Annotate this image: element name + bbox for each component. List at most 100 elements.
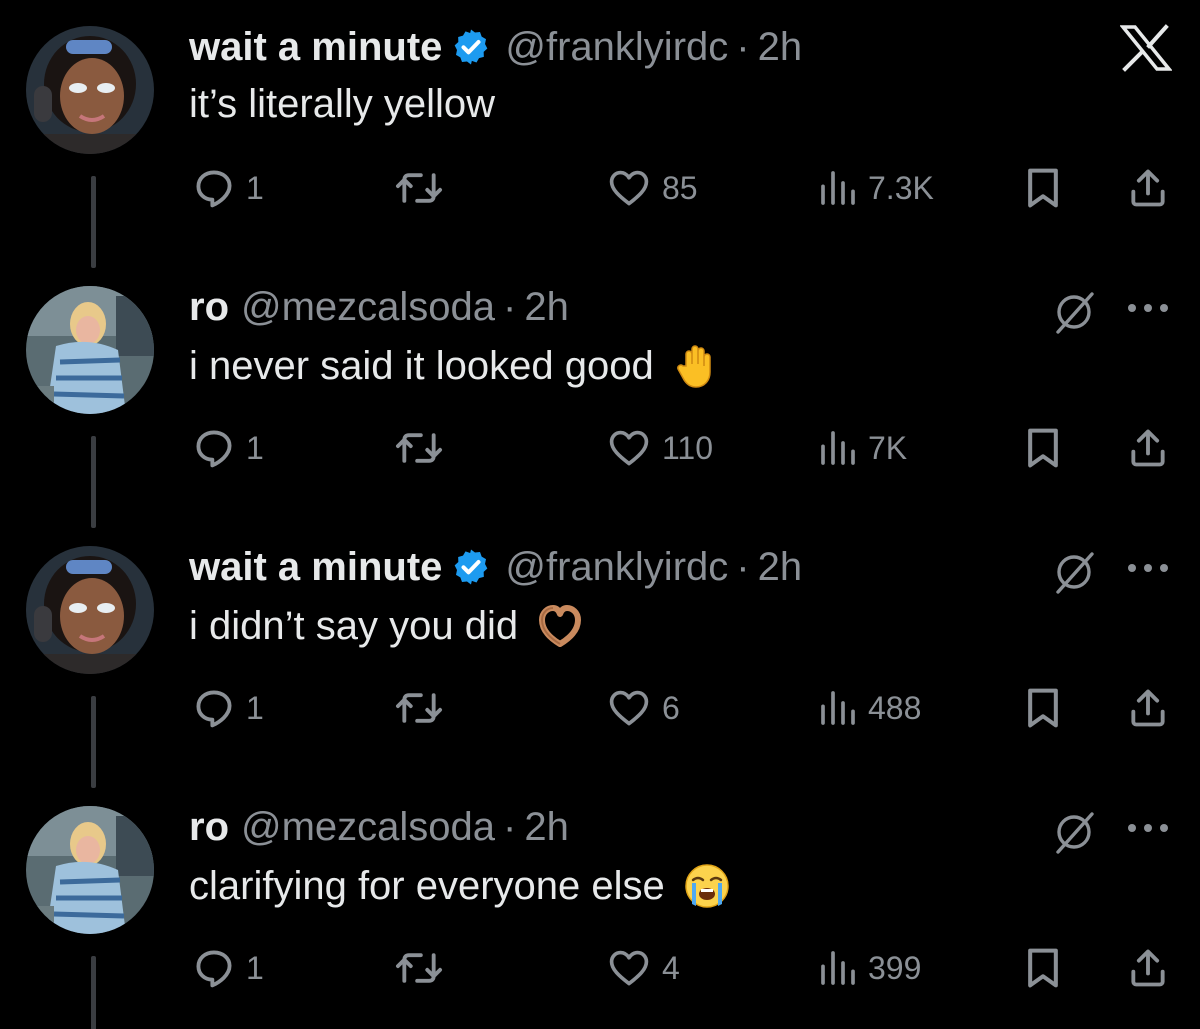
tweet-text-content: clarifying for everyone else — [189, 863, 665, 908]
handle[interactable]: @mezcalsoda — [241, 285, 495, 330]
views-chart-icon — [821, 691, 855, 725]
action-bar: 1 110 7K — [0, 424, 1200, 472]
reply-count: 1 — [246, 689, 264, 726]
tweet-text: i didn’t say you did — [189, 602, 584, 650]
share-button[interactable] — [1126, 944, 1170, 992]
like-button[interactable]: 6 — [606, 684, 680, 732]
raised-hand-emoji-icon — [672, 342, 720, 390]
share-icon — [1131, 689, 1165, 727]
timestamp[interactable]: 2h — [758, 25, 803, 70]
avatar[interactable] — [26, 806, 154, 934]
like-button[interactable]: 4 — [606, 944, 680, 992]
reply-button[interactable]: 1 — [192, 684, 264, 732]
tweet[interactable]: wait a minute @franklyirdc · 2h i didn’t… — [0, 520, 1200, 788]
reply-button[interactable]: 1 — [192, 164, 264, 212]
heart-icon — [609, 690, 649, 726]
bookmark-icon — [1028, 428, 1058, 468]
reply-count: 1 — [246, 949, 264, 986]
bookmark-button[interactable] — [1024, 424, 1062, 472]
separator-dot: · — [503, 804, 517, 849]
like-button[interactable]: 110 — [606, 424, 713, 472]
views-count: 7K — [868, 429, 908, 466]
reply-icon — [196, 170, 232, 208]
display-name[interactable]: ro — [189, 285, 229, 330]
views-button[interactable]: 7K — [818, 424, 907, 472]
tweet-text-content: it’s literally yellow — [189, 82, 496, 126]
tweet[interactable]: ro @mezcalsoda · 2h i never said it look… — [0, 260, 1200, 528]
share-button[interactable] — [1126, 684, 1170, 732]
tweet-header: ro @mezcalsoda · 2h — [189, 802, 569, 852]
retweet-icon — [395, 433, 443, 463]
reply-icon — [196, 950, 232, 988]
heart-icon — [609, 430, 649, 466]
views-button[interactable]: 488 — [818, 684, 921, 732]
views-button[interactable]: 7.3K — [818, 164, 934, 212]
reply-icon — [196, 430, 232, 468]
timestamp[interactable]: 2h — [524, 805, 569, 850]
views-chart-icon — [821, 951, 855, 985]
avatar[interactable] — [26, 26, 154, 154]
heart-hands-emoji-icon — [536, 602, 584, 650]
bookmark-icon — [1028, 168, 1058, 208]
display-name[interactable]: ro — [189, 805, 229, 850]
tweet-header: wait a minute @franklyirdc · 2h — [189, 542, 802, 592]
tweet-text-content: i never said it looked good — [189, 343, 654, 388]
display-name[interactable]: wait a minute — [189, 25, 442, 70]
like-button[interactable]: 85 — [606, 164, 698, 212]
retweet-button[interactable] — [395, 424, 443, 472]
retweet-button[interactable] — [395, 944, 443, 992]
handle[interactable]: @franklyirdc — [505, 545, 728, 590]
tweet-text-content: i didn’t say you did — [189, 603, 519, 648]
views-chart-icon — [821, 431, 855, 465]
grok-icon[interactable] — [1050, 548, 1098, 596]
more-options-icon[interactable] — [1126, 558, 1170, 578]
tweet-header: wait a minute @franklyirdc · 2h — [189, 22, 802, 72]
reply-icon — [196, 690, 232, 728]
handle[interactable]: @mezcalsoda — [241, 805, 495, 850]
retweet-button[interactable] — [395, 164, 443, 212]
separator-dot: · — [503, 284, 517, 329]
share-icon — [1131, 429, 1165, 467]
loudly-crying-face-emoji-icon — [683, 862, 731, 910]
avatar[interactable] — [26, 546, 154, 674]
tweet-text: i never said it looked good — [189, 342, 720, 390]
verified-badge-icon[interactable] — [451, 547, 491, 587]
avatar[interactable] — [26, 286, 154, 414]
retweet-button[interactable] — [395, 684, 443, 732]
grok-icon[interactable] — [1050, 288, 1098, 336]
views-button[interactable]: 399 — [818, 944, 921, 992]
action-bar: 1 4 399 — [0, 944, 1200, 992]
retweet-icon — [395, 173, 443, 203]
handle[interactable]: @franklyirdc — [505, 25, 728, 70]
display-name[interactable]: wait a minute — [189, 545, 442, 590]
like-count: 85 — [662, 169, 698, 206]
more-options-icon[interactable] — [1126, 818, 1170, 838]
tweet-text: it’s literally yellow — [189, 82, 495, 127]
share-button[interactable] — [1126, 424, 1170, 472]
heart-icon — [609, 950, 649, 986]
tweet-text: clarifying for everyone else — [189, 862, 731, 910]
heart-icon — [609, 170, 649, 206]
action-bar: 1 6 488 — [0, 684, 1200, 732]
bookmark-button[interactable] — [1024, 944, 1062, 992]
timestamp[interactable]: 2h — [758, 545, 803, 590]
bookmark-button[interactable] — [1024, 164, 1062, 212]
bookmark-icon — [1028, 688, 1058, 728]
views-count: 488 — [868, 689, 922, 726]
tweet-header: ro @mezcalsoda · 2h — [189, 282, 569, 332]
bookmark-button[interactable] — [1024, 684, 1062, 732]
timestamp[interactable]: 2h — [524, 285, 569, 330]
tweet[interactable]: ro @mezcalsoda · 2h clarifying for every… — [0, 780, 1200, 1029]
share-button[interactable] — [1126, 164, 1170, 212]
grok-icon[interactable] — [1050, 808, 1098, 856]
x-logo-icon — [1120, 24, 1172, 72]
reply-count: 1 — [246, 429, 264, 466]
views-chart-icon — [821, 171, 855, 205]
verified-badge-icon[interactable] — [451, 27, 491, 67]
reply-button[interactable]: 1 — [192, 424, 264, 472]
reply-button[interactable]: 1 — [192, 944, 264, 992]
more-options-icon[interactable] — [1126, 298, 1170, 318]
like-count: 4 — [662, 949, 680, 986]
share-icon — [1131, 949, 1165, 987]
tweet[interactable]: wait a minute @franklyirdc · 2h it’s lit… — [0, 0, 1200, 268]
